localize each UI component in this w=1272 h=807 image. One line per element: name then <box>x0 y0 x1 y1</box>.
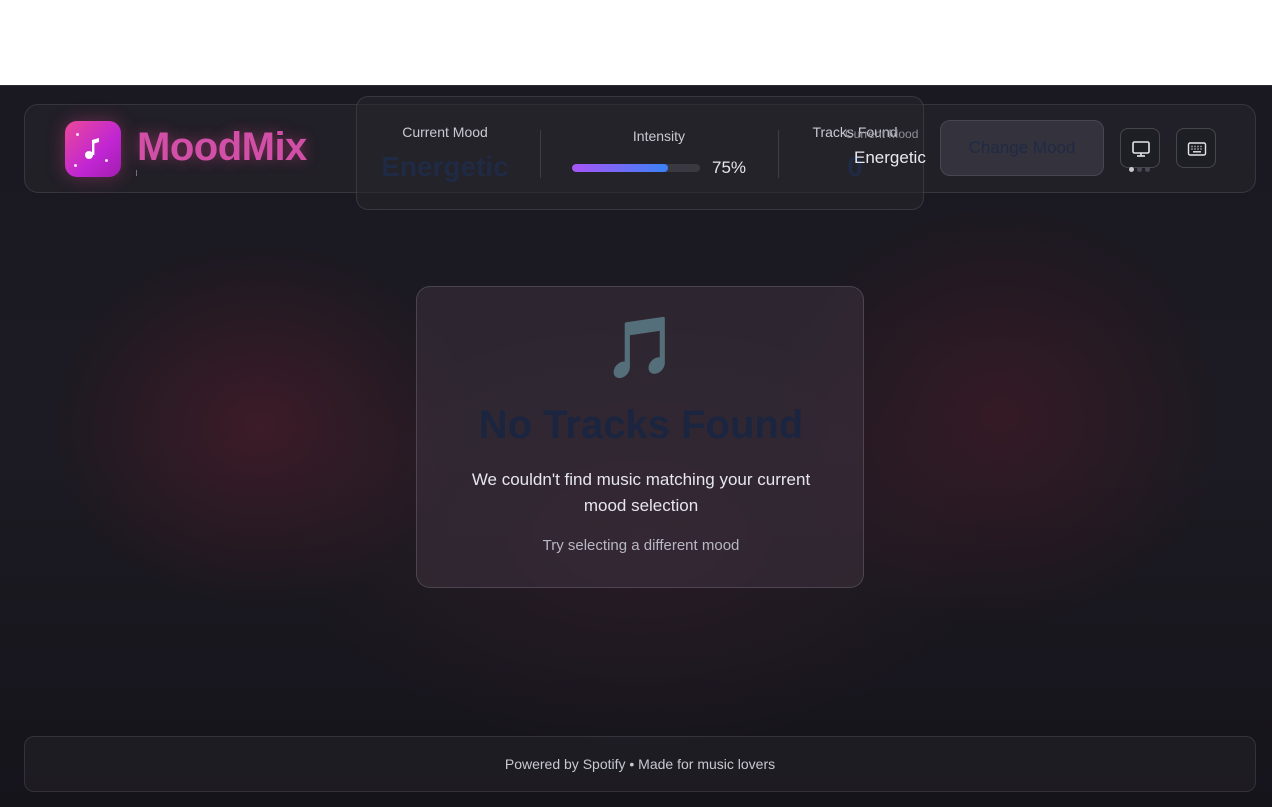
intensity-bar-fill <box>572 164 668 172</box>
tooltip-value: Energetic <box>854 148 926 167</box>
keyboard-shortcuts-button[interactable] <box>1176 128 1216 168</box>
change-mood-button[interactable]: Change Mood <box>940 120 1104 176</box>
stats-divider <box>778 130 779 178</box>
empty-state-title: No Tracks Found <box>478 403 804 447</box>
view-indicator-dot <box>1145 167 1150 172</box>
mood-stats-panel: Current Mood Energetic Intensity 75% Tra… <box>356 96 924 210</box>
current-mood-label: Current Mood <box>402 124 488 140</box>
footer: Powered by Spotify • Made for music love… <box>24 736 1256 792</box>
intensity-percent: 75% <box>712 158 747 177</box>
view-indicator-dot <box>1137 167 1142 172</box>
empty-state-card: 🎵 No Tracks Found We couldn't find music… <box>416 286 864 588</box>
current-mood-value: Energetic <box>381 151 509 182</box>
music-notes-icon: 🎵 <box>603 314 679 381</box>
logo <box>65 121 121 177</box>
view-indicator-dot <box>1129 167 1134 172</box>
intensity-label: Intensity <box>632 128 686 144</box>
desktop-icon <box>1132 141 1150 157</box>
empty-state-hint: Try selecting a different mood <box>542 537 740 554</box>
music-note-icon <box>85 138 99 159</box>
brand-title: MoodMix <box>137 125 307 169</box>
empty-state-description: We couldn't find music matching your cur… <box>471 470 811 515</box>
stats-divider <box>540 130 541 178</box>
text-cursor <box>136 170 137 176</box>
intensity-bar <box>572 164 700 172</box>
keyboard-icon <box>1187 142 1207 156</box>
tooltip-label: Current Mood <box>845 127 919 141</box>
desktop-view-button[interactable] <box>1120 128 1160 168</box>
